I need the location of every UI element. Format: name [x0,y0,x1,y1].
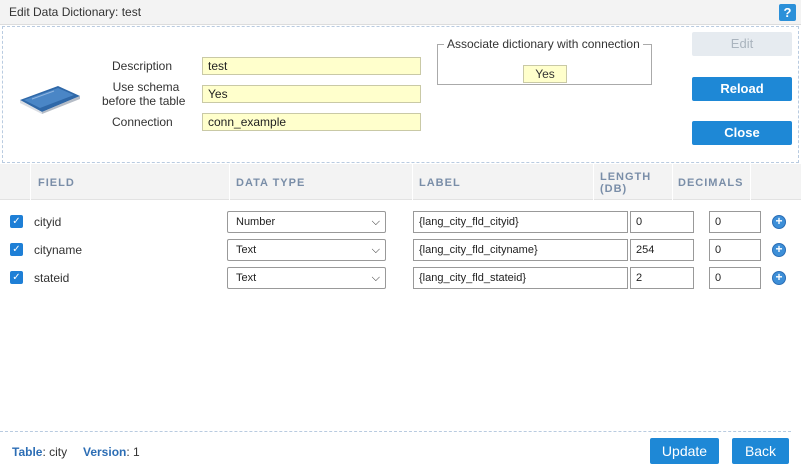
row-checkbox[interactable]: ✓ [10,215,23,228]
header-divider [750,164,751,200]
edit-button[interactable]: Edit [692,32,792,56]
length-input[interactable]: 254 [630,239,694,261]
help-button[interactable]: ? [779,4,796,21]
row-field-name: cityname [34,243,83,257]
window-title: Edit Data Dictionary: test [9,5,142,19]
length-input[interactable]: 2 [630,267,694,289]
length-input[interactable]: 0 [630,211,694,233]
decimals-input[interactable]: 0 [709,239,761,261]
row-checkbox[interactable]: ✓ [10,271,23,284]
back-button[interactable]: Back [732,438,789,464]
data-type-select[interactable]: Number ⌵ [227,211,386,233]
table-value: city [49,445,68,459]
column-header-decimals: DECIMALS [678,177,744,189]
fields-table-header: FIELD DATA TYPE LABEL LENGTH (DB) DECIMA… [0,164,801,200]
column-header-label: LABEL [419,177,461,189]
plus-circle-icon[interactable]: + [772,243,786,257]
label-input[interactable]: {lang_city_fld_stateid} [413,267,628,289]
footer-divider [0,431,791,432]
footer-table-info: Table: city [12,445,68,459]
data-type-value: Text [236,244,257,256]
data-type-value: Number [236,216,276,228]
data-type-select[interactable]: Text ⌵ [227,267,386,289]
decimals-input[interactable]: 0 [709,211,761,233]
schema-label-line1: Use schema [112,80,180,94]
check-icon: ✓ [12,244,21,255]
book-icon [20,86,80,114]
row-field-name: cityid [34,215,62,229]
connection-value: conn_example [202,113,421,131]
footer-version-info: Version: 1 [83,445,140,459]
header-divider [229,164,230,200]
column-header-data-type: DATA TYPE [236,177,306,189]
description-value: test [202,57,421,75]
column-header-length: LENGTH [600,171,652,183]
associate-connection-value: Yes [523,65,567,83]
header-divider [412,164,413,200]
associate-connection-legend: Associate dictionary with connection [447,37,640,51]
chevron-down-icon: ⌵ [371,216,380,228]
header-divider [672,164,673,200]
schema-label-line2: before the table [102,94,186,108]
chevron-down-icon: ⌵ [371,244,380,256]
row-field-name: stateid [34,271,70,285]
associate-connection-group: Associate dictionary with connection Yes [437,37,652,85]
title-bar: Edit Data Dictionary: test ? [0,0,801,25]
plus-circle-icon[interactable]: + [772,215,786,229]
label-input[interactable]: {lang_city_fld_cityid} [413,211,628,233]
update-button[interactable]: Update [650,438,719,464]
check-icon: ✓ [12,216,21,227]
column-header-field: FIELD [38,177,75,189]
schema-value: Yes [202,85,421,103]
table-key: Table [12,445,43,459]
data-type-value: Text [236,272,257,284]
connection-label: Connection [112,115,173,129]
row-checkbox[interactable]: ✓ [10,243,23,256]
description-label: Description [112,59,173,73]
close-button[interactable]: Close [692,121,792,145]
column-header-length-unit: (DB) [600,183,628,195]
decimals-input[interactable]: 0 [709,267,761,289]
data-type-select[interactable]: Text ⌵ [227,239,386,261]
version-value: 1 [133,445,140,459]
chevron-down-icon: ⌵ [371,272,380,284]
plus-circle-icon[interactable]: + [772,271,786,285]
label-input[interactable]: {lang_city_fld_cityname} [413,239,628,261]
header-divider [30,164,31,200]
reload-button[interactable]: Reload [692,77,792,101]
version-key: Version [83,445,127,459]
check-icon: ✓ [12,272,21,283]
header-divider [593,164,594,200]
